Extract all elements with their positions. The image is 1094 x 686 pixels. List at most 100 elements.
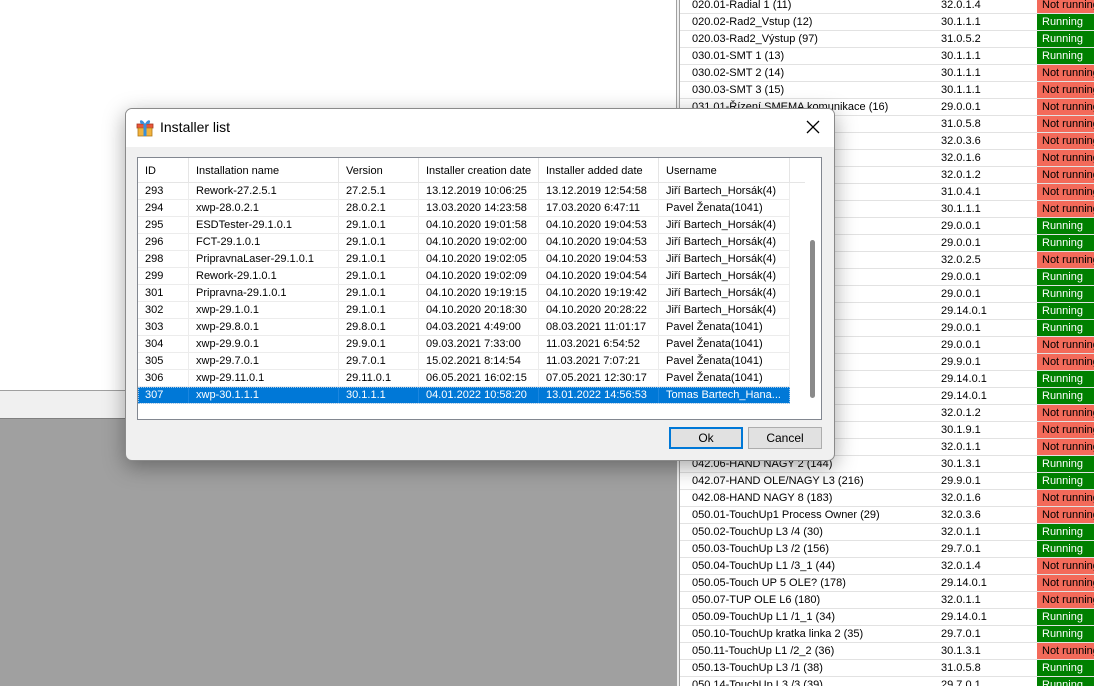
table-row[interactable]: 295 ESDTester-29.1.0.1 29.1.0.1 04.10.2020 … <box>138 217 790 234</box>
station-version: 31.0.4.1 <box>941 186 981 198</box>
status-badge: Running <box>1037 677 1094 686</box>
status-badge: Not running <box>1037 490 1094 506</box>
table-row[interactable]: 301 Pripravna-29.1.0.1 29.1.0.1 04.10.2020 … <box>138 285 790 302</box>
list-item[interactable]: 050.13-TouchUp L3 /1 (38) 31.0.5.8 Running <box>680 660 1094 677</box>
cell-added-date: 04.10.2020 19:04:54 <box>539 268 659 284</box>
status-badge: Running <box>1037 473 1094 489</box>
status-badge: Running <box>1037 626 1094 642</box>
column-header-username[interactable]: Username <box>659 158 790 183</box>
status-badge: Not running <box>1037 575 1094 591</box>
cell-username: Jiří Bartech_Horsák(4) <box>659 302 790 318</box>
cell-added-date: 04.10.2020 19:04:53 <box>539 234 659 250</box>
station-name: 020.01-Radial 1 (11) <box>692 0 792 11</box>
status-badge: Not running <box>1037 201 1094 217</box>
cell-creation-date: 04.10.2020 19:02:00 <box>419 234 539 250</box>
status-badge: Running <box>1037 388 1094 404</box>
table-row[interactable]: 306 xwp-29.11.0.1 29.11.0.1 06.05.2021 16:0… <box>138 370 790 387</box>
status-badge: Not running <box>1037 133 1094 149</box>
status-badge: Running <box>1037 320 1094 336</box>
list-item[interactable]: 042.07-HAND OLE/NAGY L3 (216) 29.9.0.1 Run… <box>680 473 1094 490</box>
cell-creation-date: 06.05.2021 16:02:15 <box>419 370 539 386</box>
column-header-installation-name[interactable]: Installation name <box>189 158 339 183</box>
status-badge: Not running <box>1037 337 1094 353</box>
ok-button[interactable]: Ok <box>669 427 743 449</box>
cell-version: 27.2.5.1 <box>339 183 419 199</box>
cell-id: 303 <box>138 319 189 335</box>
cell-creation-date: 04.10.2020 19:19:15 <box>419 285 539 301</box>
list-item[interactable]: 020.02-Rad2_Vstup (12) 30.1.1.1 Running <box>680 14 1094 31</box>
list-item[interactable]: 050.07-TUP OLE L6 (180) 32.0.1.1 Not runni… <box>680 592 1094 609</box>
station-version: 29.9.0.1 <box>941 356 981 368</box>
list-item[interactable]: 050.04-TouchUp L1 /3_1 (44) 32.0.1.4 Not r… <box>680 558 1094 575</box>
status-badge: Not running <box>1037 116 1094 132</box>
cell-creation-date: 13.12.2019 10:06:25 <box>419 183 539 199</box>
cell-username: Pavel Ženata(1041) <box>659 336 790 352</box>
vertical-scrollbar[interactable] <box>805 158 821 419</box>
list-item[interactable]: 050.10-TouchUp kratka linka 2 (35) 29.7.0… <box>680 626 1094 643</box>
station-version: 29.14.0.1 <box>941 305 987 317</box>
station-name: 050.02-TouchUp L3 /4 (30) <box>692 526 823 538</box>
station-version: 29.14.0.1 <box>941 373 987 385</box>
cancel-button[interactable]: Cancel <box>748 427 822 449</box>
list-item[interactable]: 042.08-HAND NAGY 8 (183) 32.0.1.6 Not runn… <box>680 490 1094 507</box>
station-name: 042.07-HAND OLE/NAGY L3 (216) <box>692 475 864 487</box>
table-row[interactable]: 296 FCT-29.1.0.1 29.1.0.1 04.10.2020 19:02:… <box>138 234 790 251</box>
list-item[interactable]: 050.01-TouchUp1 Process Owner (29) 32.0.3… <box>680 507 1094 524</box>
list-item[interactable]: 050.11-TouchUp L1 /2_2 (36) 30.1.3.1 Not r… <box>680 643 1094 660</box>
table-row[interactable]: 293 Rework-27.2.5.1 27.2.5.1 13.12.2019 10:… <box>138 183 790 200</box>
station-version: 29.14.0.1 <box>941 577 987 589</box>
table-row[interactable]: 304 xwp-29.9.0.1 29.9.0.1 09.03.2021 7:33:0… <box>138 336 790 353</box>
station-version: 32.0.1.6 <box>941 152 981 164</box>
list-item[interactable]: 030.01-SMT 1 (13) 30.1.1.1 Running <box>680 48 1094 65</box>
cell-added-date: 07.05.2021 12:30:17 <box>539 370 659 386</box>
list-item[interactable]: 020.03-Rad2_Výstup (97) 31.0.5.2 Running <box>680 31 1094 48</box>
table-row[interactable]: 298 PripravnaLaser-29.1.0.1 29.1.0.1 04.10.… <box>138 251 790 268</box>
list-item[interactable]: 050.05-Touch UP 5 OLE? (178) 29.14.0.1 Not… <box>680 575 1094 592</box>
status-badge: Not running <box>1037 405 1094 421</box>
station-name: 050.14-TouchUp L3 /3 (39) <box>692 679 823 686</box>
cell-version: 29.1.0.1 <box>339 302 419 318</box>
station-version: 31.0.5.8 <box>941 118 981 130</box>
status-badge: Not running <box>1037 167 1094 183</box>
table-row[interactable]: 302 xwp-29.1.0.1 29.1.0.1 04.10.2020 20:18:… <box>138 302 790 319</box>
status-badge: Not running <box>1037 439 1094 455</box>
status-badge: Not running <box>1037 422 1094 438</box>
gift-box-icon <box>135 117 155 137</box>
status-badge: Not running <box>1037 354 1094 370</box>
column-header-id[interactable]: ID <box>138 158 189 183</box>
installer-list[interactable]: ID Installation name Version Installer c… <box>137 157 822 420</box>
list-item[interactable]: 050.14-TouchUp L3 /3 (39) 29.7.0.1 Running <box>680 677 1094 686</box>
station-version: 32.0.3.6 <box>941 135 981 147</box>
column-header-creation-date[interactable]: Installer creation date <box>419 158 539 183</box>
column-header-added-date[interactable]: Installer added date <box>539 158 659 183</box>
cell-id: 296 <box>138 234 189 250</box>
station-version: 30.1.3.1 <box>941 645 981 657</box>
table-row[interactable]: 307 xwp-30.1.1.1 30.1.1.1 04.01.2022 10:58:… <box>138 387 790 404</box>
station-version: 29.9.0.1 <box>941 475 981 487</box>
cell-id: 299 <box>138 268 189 284</box>
cell-added-date: 04.10.2020 19:04:53 <box>539 251 659 267</box>
table-row[interactable]: 303 xwp-29.8.0.1 29.8.0.1 04.03.2021 4:49:0… <box>138 319 790 336</box>
list-item[interactable]: 050.03-TouchUp L3 /2 (156) 29.7.0.1 Runnin… <box>680 541 1094 558</box>
table-row[interactable]: 294 xwp-28.0.2.1 28.0.2.1 13.03.2020 14:23:… <box>138 200 790 217</box>
installer-rows: 293 Rework-27.2.5.1 27.2.5.1 13.12.2019 10:… <box>138 183 790 404</box>
station-version: 30.1.1.1 <box>941 50 981 62</box>
list-item[interactable]: 030.03-SMT 3 (15) 30.1.1.1 Not running <box>680 82 1094 99</box>
list-item[interactable]: 020.01-Radial 1 (11) 32.0.1.4 Not running <box>680 0 1094 14</box>
station-version: 32.0.1.4 <box>941 560 981 572</box>
scrollbar-thumb[interactable] <box>810 240 815 398</box>
status-badge: Not running <box>1037 184 1094 200</box>
column-header-version[interactable]: Version <box>339 158 419 183</box>
close-button[interactable] <box>796 113 830 141</box>
table-row[interactable]: 299 Rework-29.1.0.1 29.1.0.1 04.10.2020 19:… <box>138 268 790 285</box>
list-item[interactable]: 030.02-SMT 2 (14) 30.1.1.1 Not running <box>680 65 1094 82</box>
table-row[interactable]: 305 xwp-29.7.0.1 29.7.0.1 15.02.2021 8:14:5… <box>138 353 790 370</box>
cell-installation-name: Pripravna-29.1.0.1 <box>189 285 339 301</box>
list-item[interactable]: 050.02-TouchUp L3 /4 (30) 32.0.1.1 Running <box>680 524 1094 541</box>
cell-id: 302 <box>138 302 189 318</box>
dialog-titlebar[interactable]: Installer list <box>126 109 834 147</box>
cell-version: 29.11.0.1 <box>339 370 419 386</box>
dialog-title: Installer list <box>160 119 231 135</box>
status-badge: Running <box>1037 31 1094 47</box>
list-item[interactable]: 050.09-TouchUp L1 /1_1 (34) 29.14.0.1 Runn… <box>680 609 1094 626</box>
